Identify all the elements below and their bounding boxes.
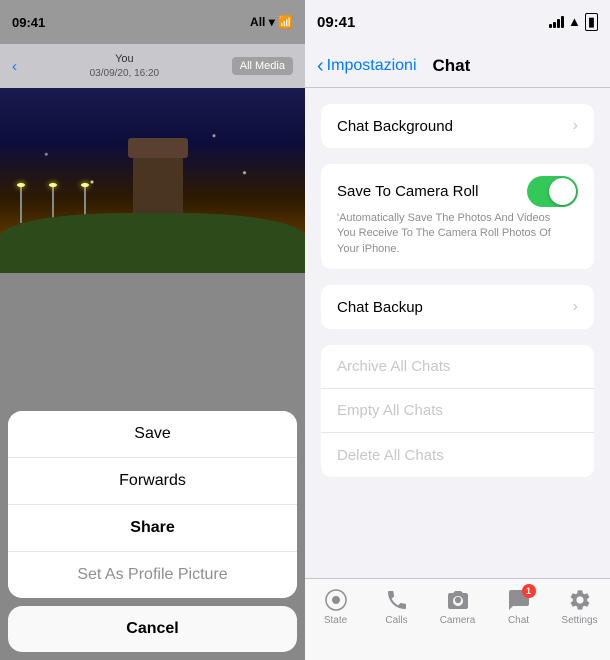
contact-info: You 03/09/20, 16:20 bbox=[90, 52, 160, 79]
tab-calls-label: Calls bbox=[385, 615, 407, 626]
chat-background-label: Chat Background bbox=[337, 118, 453, 135]
left-header: ‹ You 03/09/20, 16:20 All Media bbox=[0, 44, 305, 88]
chat-backup-label: Chat Backup bbox=[337, 299, 423, 316]
chat-background-row[interactable]: Chat Background › bbox=[321, 104, 594, 148]
back-label: Impostazioni bbox=[327, 57, 417, 75]
action-share[interactable]: Share bbox=[8, 505, 297, 552]
settings-content: Chat Background › Save To Camera Roll 'A… bbox=[305, 88, 610, 578]
camera-roll-section: Save To Camera Roll 'Automatically Save … bbox=[321, 164, 594, 269]
archive-all-row[interactable]: Archive All Chats bbox=[321, 345, 594, 389]
tab-settings[interactable]: Settings bbox=[549, 587, 610, 626]
right-nav-bar: ‹ Impostazioni Chat bbox=[305, 44, 610, 88]
camera-roll-label: Save To Camera Roll bbox=[337, 183, 478, 200]
delete-all-row[interactable]: Delete All Chats bbox=[321, 433, 594, 477]
empty-all-row[interactable]: Empty All Chats bbox=[321, 389, 594, 433]
status-icons: ▲ ▮ bbox=[549, 13, 598, 32]
manage-chats-section: Archive All Chats Empty All Chats Delete… bbox=[321, 345, 594, 477]
archive-all-label: Archive All Chats bbox=[337, 358, 450, 375]
action-sheet-group: Save Forwards Share Set As Profile Pictu… bbox=[8, 411, 297, 598]
right-time: 09:41 bbox=[317, 14, 355, 31]
action-sheet: Save Forwards Share Set As Profile Pictu… bbox=[0, 411, 305, 660]
chevron-right-icon: › bbox=[573, 298, 578, 316]
camera-roll-row: Save To Camera Roll 'Automatically Save … bbox=[321, 164, 594, 269]
chevron-right-icon: › bbox=[573, 117, 578, 135]
delete-all-label: Delete All Chats bbox=[337, 447, 444, 464]
camera-roll-toggle[interactable] bbox=[527, 176, 578, 207]
light-pole-1 bbox=[20, 183, 22, 223]
tab-chat-label: Chat bbox=[508, 615, 529, 626]
left-back-button[interactable]: ‹ bbox=[12, 58, 17, 75]
night-photo bbox=[0, 88, 305, 273]
contact-date: 03/09/20, 16:20 bbox=[90, 67, 160, 80]
chat-backup-section: Chat Backup › bbox=[321, 285, 594, 329]
chevron-left-icon: ‹ bbox=[317, 56, 324, 76]
tab-settings-label: Settings bbox=[561, 615, 597, 626]
tab-state-label: State bbox=[324, 615, 347, 626]
tab-chat[interactable]: 1 Chat bbox=[488, 587, 549, 626]
left-signal: All ▾ 📶 bbox=[250, 15, 293, 29]
page-title: Chat bbox=[433, 56, 471, 76]
contact-name: You bbox=[90, 52, 160, 66]
signal-bars-icon bbox=[549, 16, 564, 28]
calls-icon bbox=[384, 587, 410, 613]
left-time: 09:41 bbox=[12, 15, 45, 30]
trees-shape bbox=[0, 213, 305, 273]
right-panel: 09:41 ▲ ▮ ‹ Impostazioni Chat Chat Backg… bbox=[305, 0, 610, 660]
chat-badge: 1 bbox=[522, 584, 536, 598]
toggle-knob bbox=[549, 178, 576, 205]
camera-icon bbox=[445, 587, 471, 613]
back-to-settings-button[interactable]: ‹ Impostazioni bbox=[317, 56, 417, 76]
left-panel: 09:41 All ▾ 📶 ‹ You 03/09/20, 16:20 All … bbox=[0, 0, 305, 660]
all-media-button[interactable]: All Media bbox=[232, 57, 293, 75]
battery-icon: ▮ bbox=[585, 13, 598, 32]
tab-camera[interactable]: Camera bbox=[427, 587, 488, 626]
tab-bar: State Calls Camera bbox=[305, 578, 610, 660]
action-cancel[interactable]: Cancel bbox=[8, 606, 297, 652]
tab-state[interactable]: State bbox=[305, 587, 366, 626]
wifi-icon: ▲ bbox=[568, 14, 581, 29]
left-status-bar: 09:41 All ▾ 📶 bbox=[0, 0, 305, 44]
right-status-bar: 09:41 ▲ ▮ bbox=[305, 0, 610, 44]
chat-icon: 1 bbox=[506, 587, 532, 613]
action-set-profile[interactable]: Set As Profile Picture bbox=[8, 552, 297, 598]
tab-camera-label: Camera bbox=[440, 615, 476, 626]
chat-background-section: Chat Background › bbox=[321, 104, 594, 148]
state-icon bbox=[323, 587, 349, 613]
action-save[interactable]: Save bbox=[8, 411, 297, 458]
empty-all-label: Empty All Chats bbox=[337, 402, 443, 419]
camera-roll-sublabel: 'Automatically Save The Photos And Video… bbox=[337, 211, 557, 257]
settings-icon bbox=[567, 587, 593, 613]
chat-backup-row[interactable]: Chat Backup › bbox=[321, 285, 594, 329]
tab-calls[interactable]: Calls bbox=[366, 587, 427, 626]
action-forwards[interactable]: Forwards bbox=[8, 458, 297, 505]
chevron-left-icon: ‹ bbox=[12, 58, 17, 75]
